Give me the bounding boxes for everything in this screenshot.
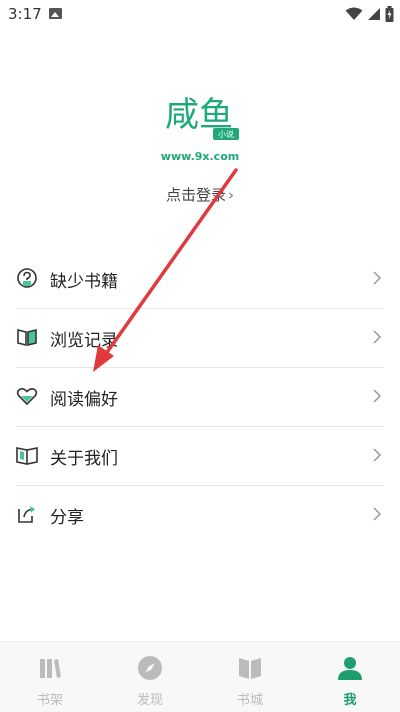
question-book-icon — [17, 268, 37, 288]
menu-label-share: 分享 — [50, 508, 84, 528]
login-label: 点击登录 — [165, 186, 226, 204]
settings-menu: 缺少书籍 浏览记录 阅读偏好 关于我们 分享 — [0, 250, 400, 544]
nav-label-bookshelf: 书架 — [36, 693, 63, 708]
chevron-right-icon — [373, 507, 382, 521]
menu-label-history: 浏览记录 — [50, 331, 118, 351]
menu-item-about-us[interactable]: 关于我们 — [16, 427, 384, 486]
menu-item-history[interactable]: 浏览记录 — [16, 309, 384, 368]
battery-icon — [385, 6, 394, 22]
chevron-right-icon: › — [228, 186, 234, 204]
chevron-right-icon — [373, 448, 382, 462]
status-time: 3:17 — [8, 5, 42, 23]
menu-label-about-us: 关于我们 — [50, 449, 118, 469]
app-logo: 咸鱼 小说 — [165, 95, 239, 140]
brand-url: www.9x.com — [160, 150, 240, 163]
compass-icon — [138, 656, 162, 680]
menu-item-reading-preference[interactable]: 阅读偏好 — [16, 368, 384, 427]
open-book-icon — [17, 328, 37, 347]
signal-icon — [368, 8, 380, 20]
status-icons — [345, 6, 394, 22]
wifi-icon — [345, 7, 363, 20]
book-icon — [16, 447, 38, 465]
menu-label-reading-preference: 阅读偏好 — [50, 390, 118, 410]
nav-tab-bookshelf[interactable]: 书架 — [0, 642, 100, 712]
status-bar: 3:17 — [0, 0, 400, 28]
nav-tab-bookstore[interactable]: 书城 — [200, 642, 300, 712]
nav-tab-discover[interactable]: 发现 — [100, 642, 200, 712]
chevron-right-icon — [373, 330, 382, 344]
bookshelf-icon — [40, 659, 61, 678]
chevron-right-icon — [373, 389, 382, 403]
nav-label-bookstore: 书城 — [236, 693, 263, 708]
profile-icon — [338, 657, 362, 680]
bottom-nav: 书架 发现 书城 我 — [0, 641, 400, 712]
nav-tab-me[interactable]: 我 — [300, 642, 400, 712]
nav-label-discover: 发现 — [136, 693, 163, 708]
gallery-notification-icon — [49, 8, 62, 19]
chevron-right-icon — [373, 271, 382, 285]
heart-icon — [16, 388, 38, 406]
share-icon — [18, 506, 35, 523]
bookstore-icon — [239, 658, 261, 679]
login-button[interactable]: 点击登录 › — [0, 184, 400, 205]
nav-label-me: 我 — [343, 693, 357, 708]
menu-item-share[interactable]: 分享 — [16, 486, 384, 544]
logo-sub: 小说 — [218, 129, 234, 139]
menu-item-missing-books[interactable]: 缺少书籍 — [16, 250, 384, 309]
menu-label-missing-books: 缺少书籍 — [50, 272, 118, 292]
